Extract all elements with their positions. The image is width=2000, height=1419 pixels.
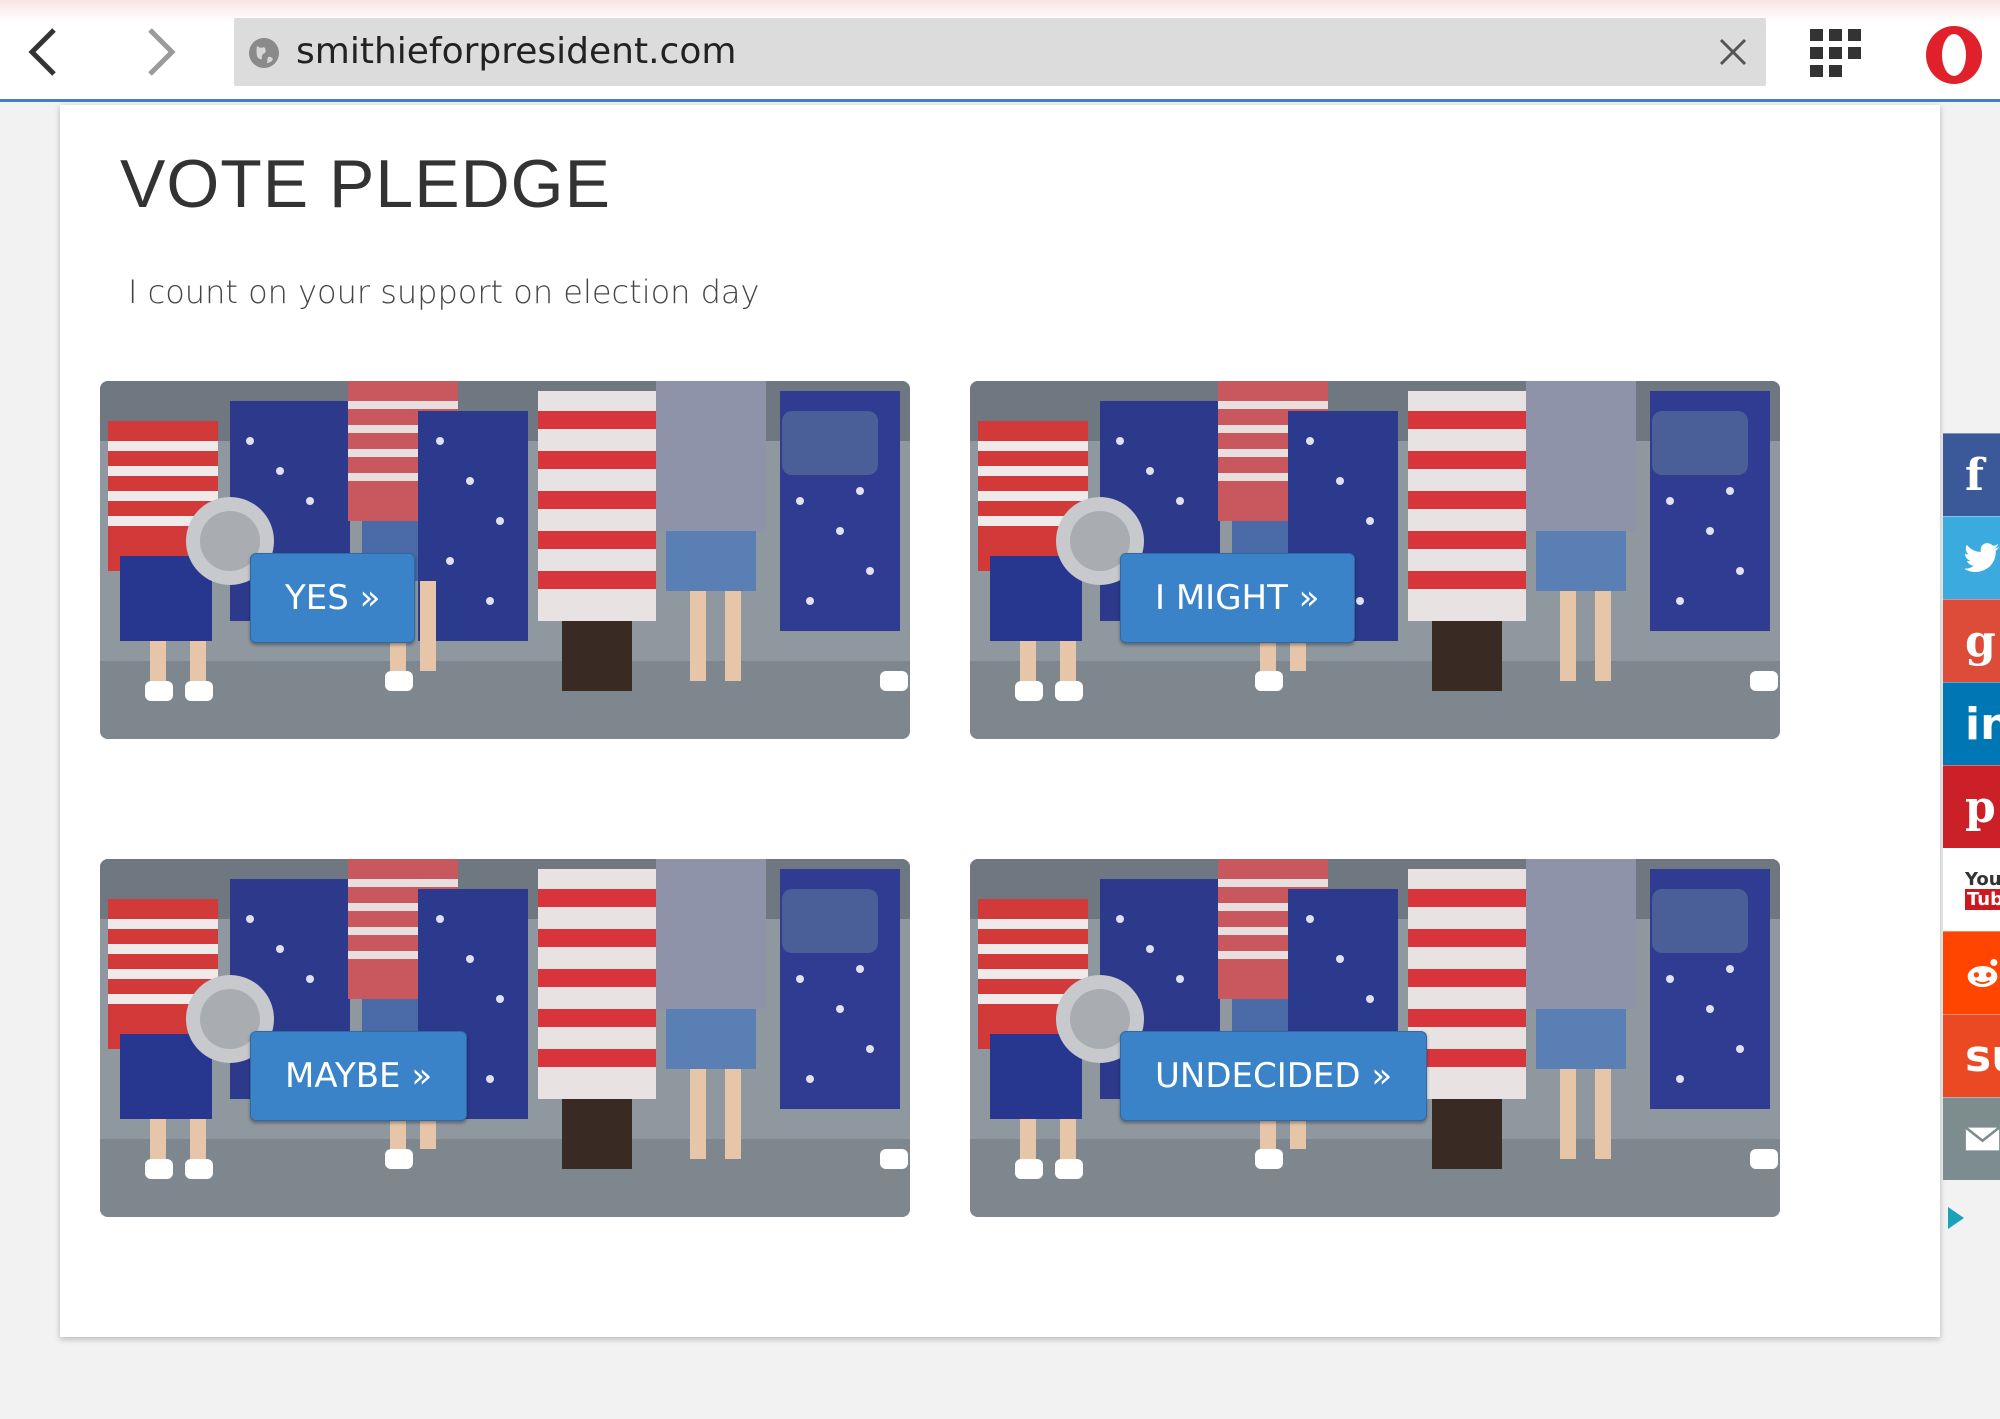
pledge-tile-undecided[interactable]: UNDECIDED » bbox=[970, 859, 1780, 1217]
facebook-share-button[interactable]: f bbox=[1943, 433, 2000, 516]
page-card: VOTE PLEDGE I count on your support on e… bbox=[60, 105, 1940, 1337]
facebook-icon: f bbox=[1965, 449, 1984, 501]
pledge-tile-maybe[interactable]: MAYBE » bbox=[100, 859, 910, 1217]
google-plus-share-button[interactable]: g bbox=[1943, 599, 2000, 682]
pledge-yes-button[interactable]: YES » bbox=[250, 553, 416, 643]
stumbleupon-icon: su bbox=[1965, 1030, 2000, 1082]
twitter-icon bbox=[1965, 543, 2000, 572]
email-icon bbox=[1965, 1126, 2000, 1151]
back-button[interactable] bbox=[14, 24, 74, 80]
linkedin-icon: in bbox=[1965, 698, 2000, 750]
pinterest-share-button[interactable]: p bbox=[1943, 765, 2000, 848]
pledge-tile-yes[interactable]: YES » bbox=[100, 381, 910, 739]
grid-icon[interactable] bbox=[1810, 29, 1862, 77]
chevron-right-icon bbox=[148, 28, 176, 76]
pledge-maybe-button[interactable]: MAYBE » bbox=[250, 1031, 468, 1121]
parade-photo bbox=[970, 381, 1780, 739]
address-bar[interactable]: smithieforpresident.com bbox=[234, 18, 1766, 86]
pledge-might-button[interactable]: I MIGHT » bbox=[1120, 553, 1355, 643]
browser-toolbar: smithieforpresident.com bbox=[0, 0, 2000, 102]
pinterest-icon: p bbox=[1965, 781, 1996, 833]
pledge-undecided-button[interactable]: UNDECIDED » bbox=[1120, 1031, 1428, 1121]
forward-button[interactable] bbox=[130, 24, 190, 80]
linkedin-share-button[interactable]: in bbox=[1943, 682, 2000, 765]
google-plus-icon: g bbox=[1965, 615, 1996, 667]
youtube-share-button[interactable]: You Tub bbox=[1943, 848, 2000, 931]
globe-icon bbox=[249, 38, 279, 68]
parade-photo bbox=[100, 381, 910, 739]
reddit-icon bbox=[1967, 959, 1998, 987]
parade-photo bbox=[100, 859, 910, 1217]
reddit-share-button[interactable] bbox=[1943, 931, 2000, 1014]
close-icon[interactable] bbox=[1716, 35, 1750, 69]
page-title: VOTE PLEDGE bbox=[120, 146, 611, 222]
stumbleupon-share-button[interactable]: su bbox=[1943, 1014, 2000, 1097]
pledge-tile-might[interactable]: I MIGHT » bbox=[970, 381, 1780, 739]
url-text: smithieforpresident.com bbox=[296, 31, 737, 72]
page-subtitle: I count on your support on election day bbox=[128, 273, 760, 311]
opera-logo-icon[interactable] bbox=[1923, 24, 1985, 86]
social-share-bar: f g in p YouTub su bbox=[1943, 433, 2000, 1180]
youtube-icon: You Tub bbox=[1965, 870, 2000, 910]
twitter-share-button[interactable] bbox=[1943, 516, 2000, 599]
share-expand-arrow-icon[interactable] bbox=[1946, 1205, 1966, 1231]
email-share-button[interactable] bbox=[1943, 1097, 2000, 1180]
chevron-left-icon bbox=[28, 28, 56, 76]
